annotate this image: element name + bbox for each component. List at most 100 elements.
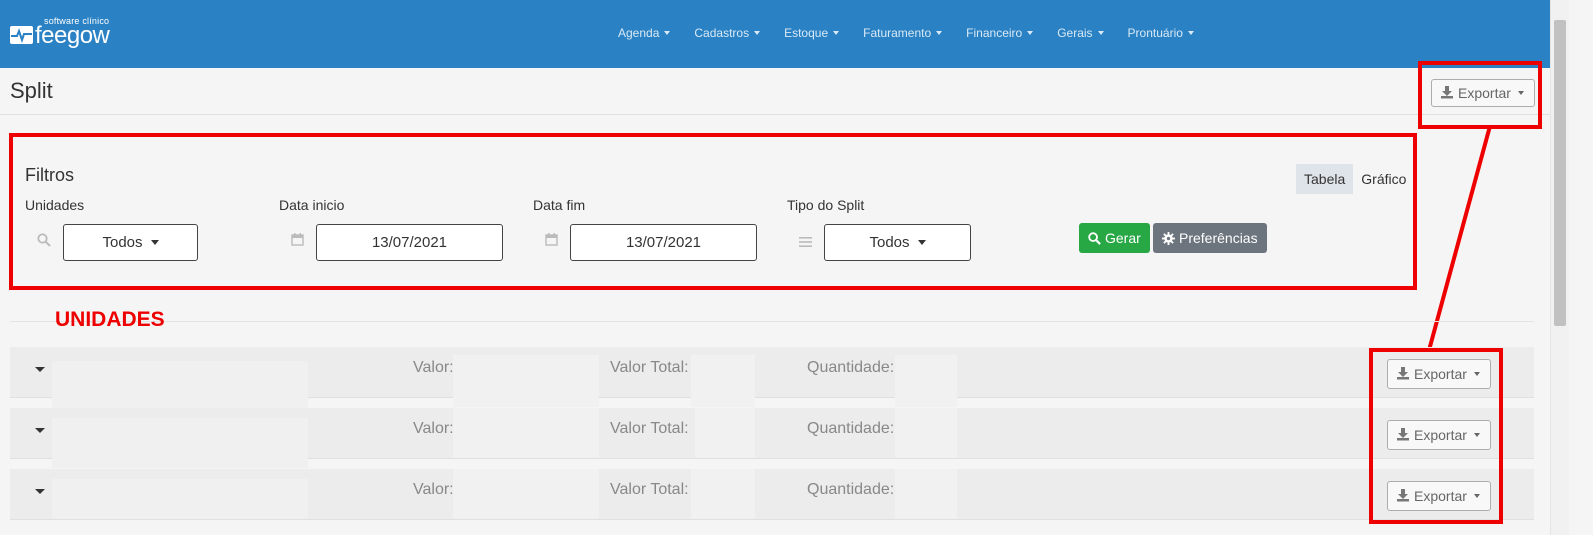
caret-down-icon: [1187, 31, 1194, 35]
valor-label: Valor:: [413, 359, 454, 376]
caret-down-icon: [1517, 91, 1524, 95]
caret-down-icon: [833, 31, 840, 35]
row-export-label: Exportar: [1414, 427, 1467, 443]
nav-item-agenda[interactable]: Agenda: [618, 26, 671, 40]
unit-row[interactable]: Valor: Valor Total: Quantidade: Exportar: [10, 469, 1534, 520]
tipo-split-select-value: Todos: [869, 234, 910, 251]
top-navbar: software clínico feegow Agenda Cadastros…: [0, 0, 1550, 68]
caret-down-icon: [1473, 372, 1480, 376]
page-scrollbar[interactable]: [1550, 0, 1569, 535]
data-fim-label: Data fim: [533, 197, 586, 213]
export-button[interactable]: Exportar: [1431, 79, 1535, 107]
main-menu: Agenda Cadastros Estoque Faturamento Fin…: [618, 26, 1218, 40]
caret-down-icon: [936, 31, 943, 35]
unidades-select[interactable]: Todos: [63, 224, 198, 261]
valor-total-label: Valor Total:: [610, 420, 689, 437]
export-button-label: Exportar: [1458, 85, 1511, 101]
nav-item-label: Gerais: [1057, 26, 1093, 40]
tipo-split-select[interactable]: Todos: [824, 224, 971, 261]
redacted-unit-name: [52, 418, 308, 468]
caret-down-icon[interactable]: [35, 428, 45, 433]
preferencias-button-label: Preferências: [1179, 230, 1258, 246]
redacted-valor: [453, 408, 599, 458]
caret-down-icon: [1027, 31, 1034, 35]
caret-down-icon: [917, 240, 926, 245]
redacted-unit-name: [52, 479, 308, 519]
scrollbar-thumb[interactable]: [1554, 20, 1566, 326]
valor-label: Valor:: [413, 420, 454, 437]
nav-item-label: Estoque: [784, 26, 829, 40]
data-inicio-input[interactable]: 13/07/2021: [316, 224, 503, 261]
row-export-button[interactable]: Exportar: [1387, 420, 1491, 450]
preferencias-button[interactable]: Preferências: [1153, 223, 1267, 253]
list-icon: [799, 235, 812, 253]
nav-item-label: Financeiro: [966, 26, 1023, 40]
data-inicio-value: 13/07/2021: [371, 234, 448, 251]
caret-down-icon: [664, 31, 671, 35]
nav-item-label: Cadastros: [694, 26, 750, 40]
nav-item-label: Prontuário: [1127, 26, 1183, 40]
valor-label: Valor:: [413, 481, 454, 498]
caret-down-icon: [1097, 31, 1104, 35]
calendar-icon: [545, 233, 558, 251]
section-title-unidades: UNIDADES: [55, 308, 165, 331]
redacted-quantidade: [895, 469, 957, 519]
unidades-label: Unidades: [25, 197, 85, 213]
tipo-split-label: Tipo do Split: [787, 197, 865, 213]
quantidade-label: Quantidade:: [807, 359, 895, 376]
nav-item-prontuario[interactable]: Prontuário: [1128, 26, 1194, 40]
redacted-valor: [453, 469, 599, 519]
caret-down-icon: [754, 31, 761, 35]
nav-item-cadastros[interactable]: Cadastros: [694, 26, 761, 40]
logo-pulse-icon: [10, 26, 33, 44]
caret-down-icon[interactable]: [35, 489, 45, 494]
row-export-button[interactable]: Exportar: [1387, 359, 1491, 389]
data-inicio-label: Data inicio: [279, 197, 345, 213]
caret-down-icon: [1473, 433, 1480, 437]
valor-total-label: Valor Total:: [610, 481, 689, 498]
row-export-label: Exportar: [1414, 366, 1467, 382]
data-fim-input[interactable]: 13/07/2021: [570, 224, 757, 261]
redacted-quantidade: [895, 355, 957, 407]
view-toggle-table[interactable]: Tabela: [1296, 164, 1354, 194]
redacted-valor: [453, 355, 599, 407]
quantidade-label: Quantidade:: [807, 481, 895, 498]
gerar-button[interactable]: Gerar: [1079, 223, 1150, 253]
caret-down-icon[interactable]: [35, 367, 45, 372]
unit-row[interactable]: Valor: Valor Total: Quantidade: Exportar: [10, 408, 1534, 468]
annotation-box-filters: [9, 133, 1417, 290]
nav-item-estoque[interactable]: Estoque: [784, 26, 840, 40]
redacted-quantidade: [895, 408, 957, 458]
nav-item-gerais[interactable]: Gerais: [1057, 26, 1104, 40]
nav-item-label: Agenda: [618, 26, 660, 40]
nav-item-financeiro[interactable]: Financeiro: [966, 26, 1034, 40]
redacted-valor-total: [691, 469, 755, 519]
valor-total-label: Valor Total:: [610, 359, 689, 376]
search-icon: [1088, 231, 1101, 245]
download-icon: [1396, 427, 1410, 444]
search-icon: [37, 233, 51, 252]
page-title: Split: [10, 78, 53, 103]
nav-item-faturamento[interactable]: Faturamento: [863, 26, 943, 40]
gear-icon: [1162, 231, 1175, 245]
quantidade-label: Quantidade:: [807, 420, 895, 437]
caret-down-icon: [150, 240, 159, 245]
row-export-label: Exportar: [1414, 488, 1467, 504]
gerar-button-label: Gerar: [1105, 230, 1141, 246]
nav-item-label: Faturamento: [863, 26, 932, 40]
view-toggle-chart[interactable]: Gráfico: [1353, 164, 1414, 194]
redacted-valor-total: [691, 355, 755, 407]
download-icon: [1396, 366, 1410, 383]
logo-wordmark: feegow: [35, 22, 110, 49]
section-divider: [10, 321, 1534, 322]
row-export-button[interactable]: Exportar: [1387, 481, 1491, 511]
download-icon: [1396, 488, 1410, 505]
unidades-select-value: Todos: [102, 234, 143, 251]
filters-title: Filtros: [25, 165, 74, 185]
calendar-icon: [291, 233, 304, 251]
header-divider: [0, 114, 1550, 115]
redacted-valor-total: [695, 408, 755, 458]
caret-down-icon: [1473, 494, 1480, 498]
unit-row[interactable]: Valor: Valor Total: Quantidade: Exportar: [10, 347, 1534, 419]
data-fim-value: 13/07/2021: [625, 234, 702, 251]
